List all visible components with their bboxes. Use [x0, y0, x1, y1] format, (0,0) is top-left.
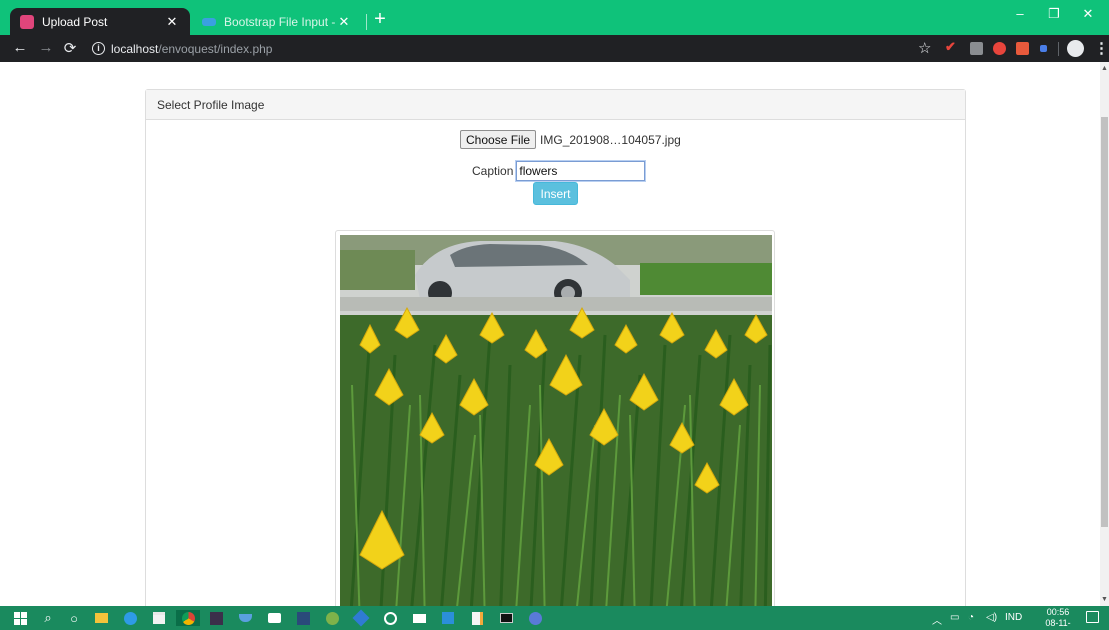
url-path: /envoquest/index.php: [158, 42, 273, 56]
tab-close-icon[interactable]: ✕: [164, 14, 180, 30]
bookmark-star-icon[interactable]: ☆: [918, 39, 931, 57]
back-arrow-icon[interactable]: ←: [10, 39, 30, 56]
app-dark-icon[interactable]: [208, 610, 224, 626]
virtualbox-icon[interactable]: [352, 609, 370, 627]
caption-input[interactable]: [516, 161, 646, 181]
page-scrollbar[interactable]: ▲ ▼: [1100, 62, 1109, 606]
windows-taskbar: ⌕ ○ ︿ ▭ ◔ ◁) IND 00:56 08-11-2019: [0, 606, 1109, 630]
store-icon[interactable]: [151, 610, 167, 626]
java-icon[interactable]: [237, 610, 253, 626]
taskbar-clock[interactable]: 00:56 08-11-2019: [1038, 607, 1078, 630]
url-host: localhost: [111, 42, 159, 56]
extension-square-icon[interactable]: [1040, 45, 1047, 52]
browser-toolbar: ← → ⟳ i localhost/envoquest/index.php ☆ …: [0, 35, 1109, 62]
vscode-icon[interactable]: [440, 610, 456, 626]
toolbar-separator: [1058, 42, 1059, 56]
tab-separator: [366, 14, 367, 30]
extension-block-icon[interactable]: [993, 42, 1006, 55]
file-explorer-icon[interactable]: [93, 610, 109, 626]
camera-icon[interactable]: [266, 610, 282, 626]
tab-bootstrap-file-input[interactable]: Bootstrap File Input - examples ✕: [192, 8, 362, 35]
clock-date: 08-11-2019: [1045, 618, 1071, 630]
extension-e-icon[interactable]: [970, 42, 983, 55]
notification-center-icon[interactable]: [1086, 611, 1099, 623]
whatsapp-icon[interactable]: [382, 610, 398, 626]
address-bar[interactable]: localhost/envoquest/index.php: [111, 42, 272, 56]
caption-label: Caption: [472, 164, 514, 178]
caption-row: Caption: [472, 161, 646, 181]
search-icon[interactable]: ⌕: [40, 610, 56, 626]
site-info-icon[interactable]: i: [92, 42, 105, 55]
close-window-button[interactable]: ✕: [1068, 6, 1108, 22]
clock-time: 00:56: [1046, 607, 1070, 617]
tab-title: Bootstrap File Input - examples: [224, 14, 336, 29]
tray-battery-icon[interactable]: ▭: [950, 612, 959, 623]
tab-close-icon[interactable]: ✕: [336, 14, 352, 30]
mail-icon[interactable]: [411, 610, 427, 626]
tray-chevron-icon[interactable]: ︿: [932, 612, 942, 627]
image-preview-frame: [335, 230, 775, 606]
tab-upload-post[interactable]: Upload Post ✕: [10, 8, 190, 35]
page-viewport: Select Profile Image Choose File IMG_201…: [0, 62, 1109, 606]
tray-volume-icon[interactable]: ◁): [986, 612, 997, 623]
reload-icon[interactable]: ⟳: [60, 39, 80, 57]
dev-app-icon[interactable]: [295, 610, 311, 626]
scroll-up-arrow-icon[interactable]: ▲: [1101, 65, 1108, 72]
scroll-thumb[interactable]: [1101, 117, 1108, 527]
tab-title: Upload Post: [42, 14, 108, 29]
wamp-icon[interactable]: [527, 610, 543, 626]
tab-favicon-icon: [202, 17, 216, 26]
document-app-icon[interactable]: [469, 610, 485, 626]
edge-browser-icon[interactable]: [122, 610, 138, 626]
tray-language[interactable]: IND: [1005, 612, 1022, 623]
android-studio-icon[interactable]: [324, 610, 340, 626]
browser-tabstrip: Upload Post ✕ Bootstrap File Input - exa…: [0, 0, 1109, 35]
tray-wifi-icon[interactable]: ◔: [968, 612, 974, 623]
panel-heading: Select Profile Image: [146, 90, 965, 120]
extension-check-icon[interactable]: ✔: [945, 39, 958, 54]
upload-panel: Select Profile Image Choose File IMG_201…: [145, 89, 966, 606]
task-view-icon[interactable]: ○: [66, 610, 82, 626]
windows-start-icon[interactable]: [12, 610, 28, 626]
flower-photo-image: [340, 235, 772, 606]
profile-avatar[interactable]: [1067, 40, 1084, 57]
choose-file-button[interactable]: Choose File: [460, 130, 537, 149]
scroll-down-arrow-icon[interactable]: ▼: [1101, 596, 1108, 603]
selected-file-name: IMG_201908…104057.jpg: [540, 132, 681, 147]
flower-photo: [340, 235, 772, 606]
forward-arrow-icon[interactable]: →: [36, 39, 56, 56]
file-input-row: Choose File IMG_201908…104057.jpg: [460, 130, 681, 149]
insert-button[interactable]: Insert: [533, 182, 578, 205]
browser-menu-icon[interactable]: ⋮: [1094, 39, 1109, 57]
chrome-icon[interactable]: [176, 610, 200, 626]
terminal-icon[interactable]: [498, 610, 514, 626]
tab-favicon-icon: [20, 14, 34, 29]
new-tab-button[interactable]: +: [370, 9, 390, 30]
extension-lock-icon[interactable]: [1016, 42, 1029, 55]
